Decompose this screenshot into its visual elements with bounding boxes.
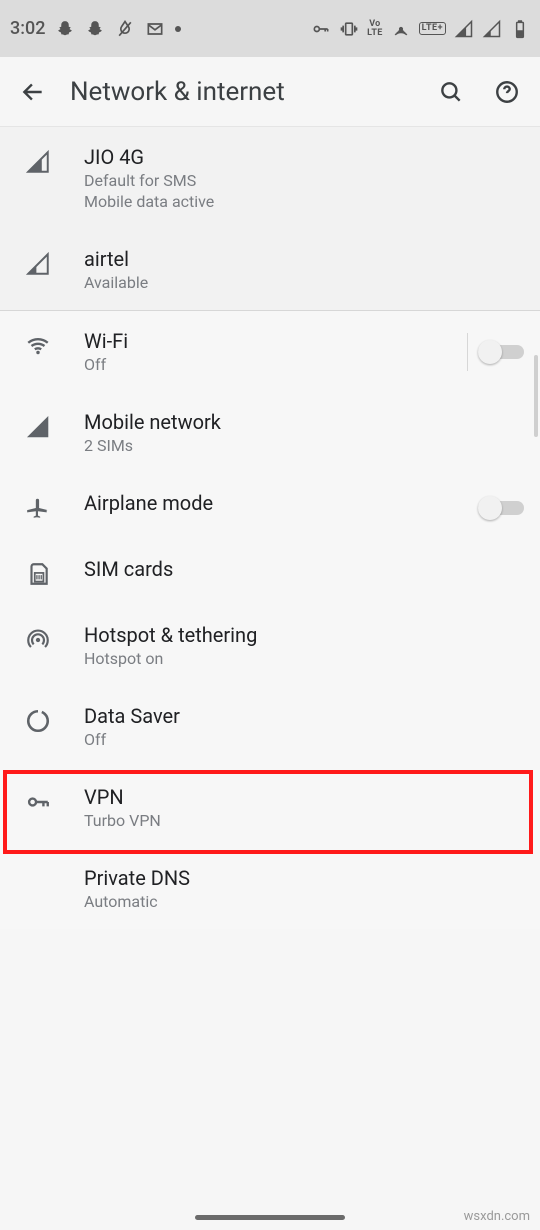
list-item-title: Airplane mode [84, 491, 436, 515]
setting-sim-cards[interactable]: SIM cards [0, 539, 540, 605]
water-off-icon [115, 19, 135, 39]
sim-item-jio[interactable]: JIO 4G Default for SMS Mobile data activ… [0, 127, 540, 229]
notification-dot-icon [175, 26, 181, 32]
setting-private-dns[interactable]: Private DNS Automatic [0, 848, 540, 929]
page-title: Network & internet [70, 77, 414, 107]
signal-icon [25, 251, 51, 277]
search-icon [438, 79, 464, 105]
sim-card-icon [25, 561, 51, 587]
list-item-title: Data Saver [84, 704, 524, 728]
signal-icon [482, 19, 502, 39]
battery-icon [510, 19, 530, 39]
list-item-title: VPN [84, 785, 524, 809]
signal-filled-icon [25, 414, 51, 440]
app-bar: Network & internet [0, 57, 540, 127]
hotspot-icon [391, 19, 411, 39]
setting-hotspot[interactable]: Hotspot & tethering Hotspot on [0, 605, 540, 686]
setting-data-saver[interactable]: Data Saver Off [0, 686, 540, 767]
list-item-title: Mobile network [84, 410, 524, 434]
list-item-title: SIM cards [84, 557, 524, 581]
vibrate-icon [339, 19, 359, 39]
arrow-left-icon [20, 79, 46, 105]
list-item-subtitle: Off [84, 730, 524, 749]
wifi-toggle[interactable] [478, 339, 524, 365]
list-item-title: JIO 4G [84, 145, 524, 169]
list-item-subtitle: Default for SMS [84, 171, 524, 190]
setting-vpn[interactable]: VPN Turbo VPN [0, 767, 540, 848]
list-item-subtitle: Hotspot on [84, 649, 524, 668]
settings-list: Wi-Fi Off Mobile network 2 SIMs Airplane… [0, 311, 540, 929]
divider [467, 333, 468, 371]
gmail-icon [145, 19, 165, 39]
search-button[interactable] [432, 73, 470, 111]
data-saver-icon [25, 708, 51, 734]
wifi-icon [25, 333, 51, 359]
list-item-title: airtel [84, 247, 524, 271]
snapchat-icon [85, 19, 105, 39]
setting-wifi[interactable]: Wi-Fi Off [0, 311, 540, 392]
list-item-title: Wi-Fi [84, 329, 436, 353]
vpn-key-icon [25, 789, 51, 815]
list-item-subtitle: Mobile data active [84, 192, 524, 211]
list-item-subtitle: Automatic [84, 892, 524, 911]
status-time: 3:02 [10, 18, 45, 39]
list-item-subtitle: 2 SIMs [84, 436, 524, 455]
list-item-title: Hotspot & tethering [84, 623, 524, 647]
help-icon [494, 79, 520, 105]
gesture-bar[interactable] [195, 1215, 345, 1220]
volte-icon: VoLTE [367, 20, 382, 38]
lte-badge: LTE+ [419, 22, 446, 35]
setting-mobile-network[interactable]: Mobile network 2 SIMs [0, 392, 540, 473]
list-item-title: Private DNS [84, 866, 524, 890]
vpn-key-icon [311, 19, 331, 39]
list-item-subtitle: Available [84, 273, 524, 292]
sim-carriers: JIO 4G Default for SMS Mobile data activ… [0, 127, 540, 310]
hotspot-icon [25, 627, 51, 653]
airplane-icon [25, 495, 51, 521]
watermark: wsxdn.com [464, 1209, 530, 1224]
airplane-toggle[interactable] [478, 495, 524, 521]
back-button[interactable] [14, 73, 52, 111]
list-item-subtitle: Off [84, 355, 436, 374]
sim-item-airtel[interactable]: airtel Available [0, 229, 540, 310]
signal-icon [25, 149, 51, 175]
setting-airplane-mode[interactable]: Airplane mode [0, 473, 540, 539]
list-item-subtitle: Turbo VPN [84, 811, 524, 830]
help-button[interactable] [488, 73, 526, 111]
snapchat-icon [55, 19, 75, 39]
signal-icon [454, 19, 474, 39]
status-bar: 3:02 VoLTE LTE+ [0, 0, 540, 57]
